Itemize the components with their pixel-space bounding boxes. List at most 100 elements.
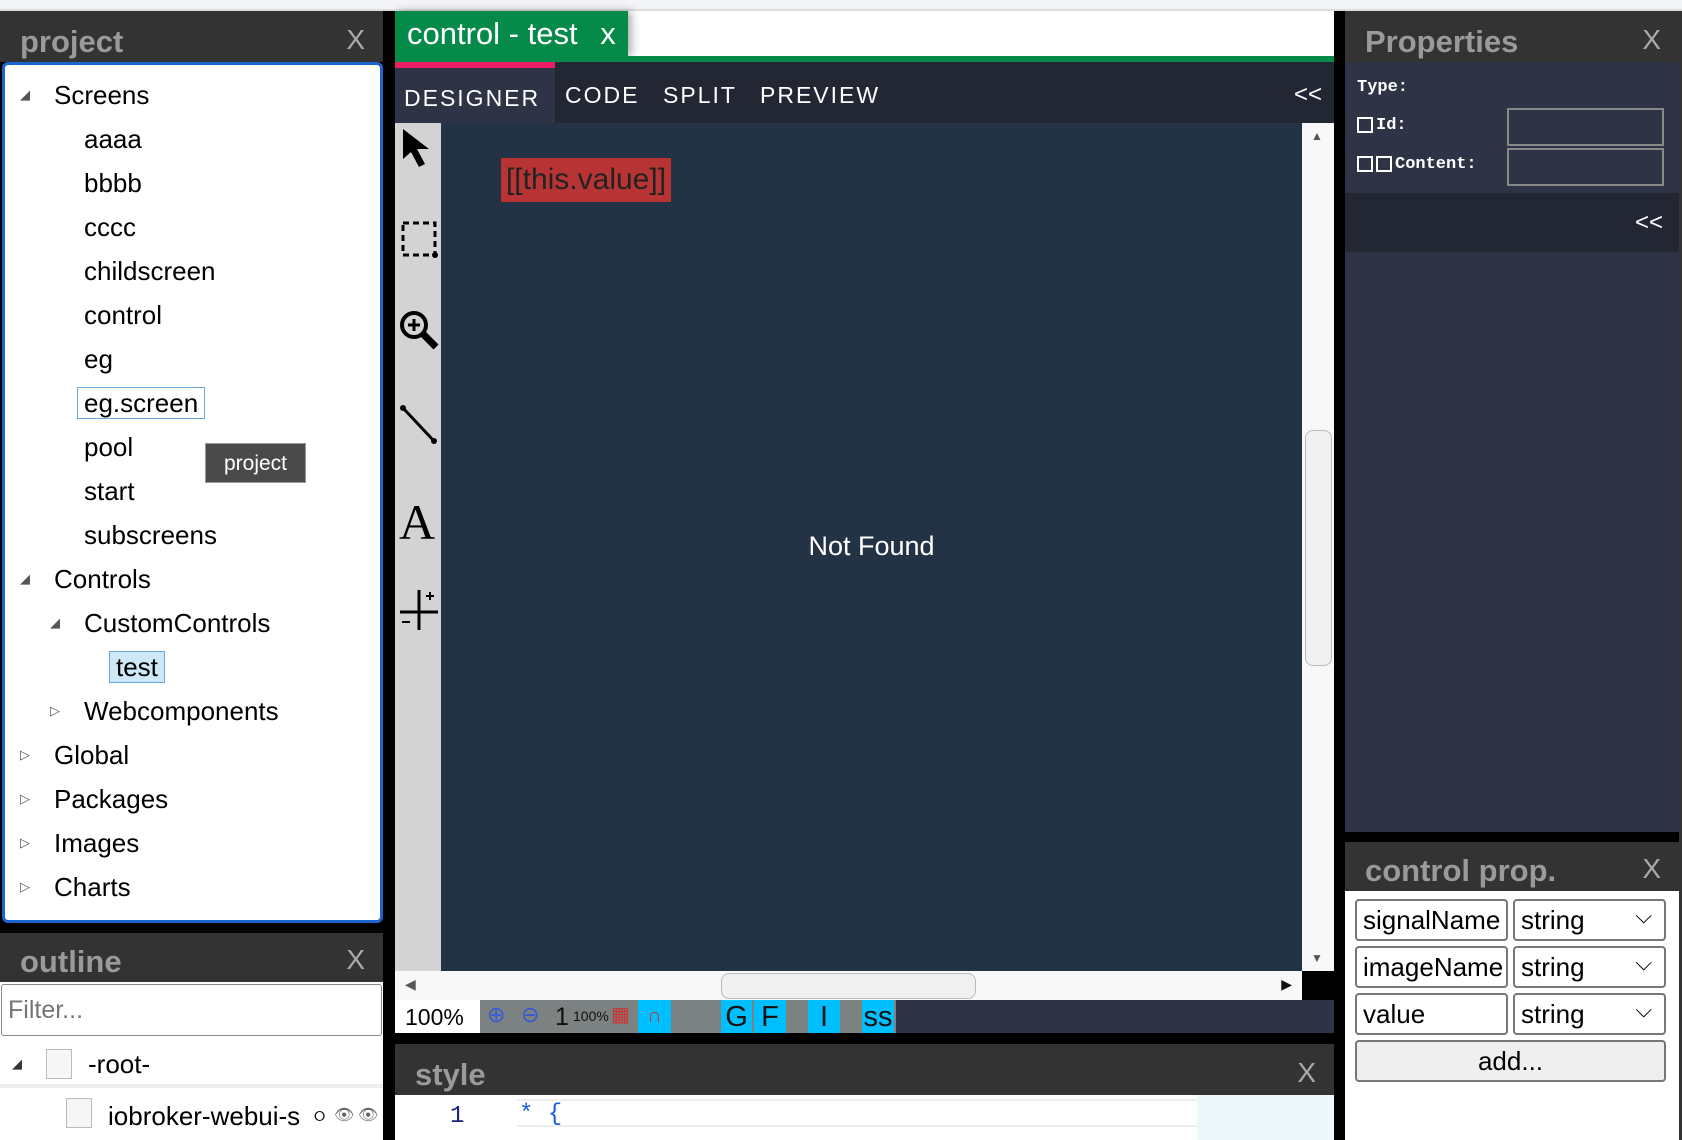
code-minimap[interactable] — [1197, 1095, 1334, 1140]
properties-close-button[interactable]: X — [1642, 24, 1661, 56]
tree-item[interactable]: ▷ Charts — [20, 867, 131, 907]
tab-designer[interactable]: DESIGNER — [395, 62, 555, 123]
prop-type-select[interactable]: string — [1513, 993, 1666, 1035]
scroll-thumb[interactable] — [1305, 430, 1332, 666]
expand-arrow-icon[interactable]: ▷ — [20, 779, 30, 819]
tree-item[interactable]: ◢ Controls — [20, 559, 151, 599]
add-property-button[interactable]: add... — [1355, 1040, 1666, 1082]
tree-item[interactable]: subscreens — [84, 515, 217, 555]
move-icon[interactable] — [398, 588, 440, 632]
eye-icon[interactable]: 👁 — [334, 1092, 354, 1140]
id-input[interactable] — [1507, 108, 1664, 146]
tab-code[interactable]: CODE — [565, 62, 639, 123]
scroll-left-icon[interactable]: ◀ — [405, 976, 416, 993]
scroll-down-icon[interactable]: ▼ — [1311, 951, 1323, 965]
outline-child-row[interactable]: iobroker-webui-s ⭘ 👁 👁 — [0, 1092, 383, 1140]
vertical-scrollbar[interactable]: ▲ ▼ — [1302, 123, 1334, 971]
zoom-reset-button[interactable]: 1 — [555, 1000, 569, 1035]
tree-item[interactable]: ▷Icons — [54, 911, 116, 920]
zoom-fit-button[interactable]: 100% — [573, 1000, 609, 1033]
zoom-icon[interactable] — [398, 309, 440, 353]
outline-root-row[interactable]: ◢ -root- — [0, 1040, 383, 1088]
collapse-button[interactable]: << — [1294, 62, 1322, 123]
expand-arrow-icon[interactable]: ▷ — [50, 691, 60, 731]
pointer-icon[interactable] — [399, 127, 439, 171]
outline-filter-input[interactable] — [1, 984, 382, 1036]
tree-item[interactable]: childscreen — [84, 251, 216, 291]
collapse-arrow-icon[interactable]: ◢ — [20, 559, 30, 599]
tree-item-label: bbbb — [84, 168, 142, 198]
rect-select-icon[interactable] — [399, 219, 439, 259]
scroll-thumb[interactable] — [721, 973, 976, 999]
f-toggle-button[interactable]: F — [754, 1000, 786, 1033]
document-tab[interactable]: control - test x — [395, 11, 628, 56]
tree-item[interactable]: test — [109, 647, 165, 687]
control-prop-close-button[interactable]: X — [1642, 853, 1661, 885]
content-input[interactable] — [1507, 148, 1664, 186]
tree-item[interactable]: aaaa — [84, 119, 142, 159]
project-tree[interactable]: ◢ Screens aaaa bbbb cccc childscreen control eg… — [2, 62, 383, 923]
project-panel-title: project — [20, 24, 124, 59]
control-prop-title: control prop. — [1365, 853, 1557, 888]
properties-collapse-button[interactable]: << — [1345, 193, 1679, 252]
tree-item[interactable]: cccc — [84, 207, 136, 247]
expand-arrow-icon[interactable]: ▷ — [20, 735, 30, 775]
prop-type-select[interactable]: string — [1513, 899, 1666, 941]
project-close-button[interactable]: X — [346, 24, 365, 56]
scroll-up-icon[interactable]: ▲ — [1311, 129, 1323, 143]
zoom-out-icon[interactable]: ⊖ — [521, 1002, 539, 1028]
prop-name-input[interactable]: signalName — [1355, 899, 1508, 941]
tree-item[interactable]: ▷ Global — [20, 735, 129, 775]
collapse-arrow-icon[interactable]: ◢ — [50, 603, 60, 643]
not-found-message: Not Found — [808, 531, 935, 561]
tab-close-button[interactable]: x — [600, 16, 616, 51]
tree-item-label: childscreen — [84, 256, 216, 286]
snap-lines-icon[interactable]: ∩ — [638, 1000, 671, 1033]
designer-toolbar: A — [395, 123, 441, 971]
expand-arrow-icon[interactable]: ▷ — [20, 867, 30, 907]
style-close-button[interactable]: X — [1297, 1057, 1316, 1089]
scroll-right-icon[interactable]: ▶ — [1281, 976, 1292, 993]
tree-item[interactable]: ▷ Webcomponents — [50, 691, 279, 731]
tree-item[interactable]: ◢ Screens — [20, 75, 149, 115]
tooltip: project — [205, 443, 306, 483]
content-label: Content: — [1395, 155, 1477, 174]
prop-name-input[interactable]: value — [1355, 993, 1508, 1035]
lock-icon[interactable]: ⭘ — [314, 1092, 325, 1140]
expand-arrow-icon[interactable]: ▷ — [20, 911, 30, 920]
tree-item[interactable]: ◢ CustomControls — [50, 603, 270, 643]
snap-grid-icon[interactable]: ▦ — [611, 1002, 630, 1027]
tree-item[interactable]: ▷ Packages — [20, 779, 168, 819]
content-binding-checkbox[interactable] — [1376, 155, 1392, 172]
line-icon[interactable] — [398, 403, 440, 447]
tree-item[interactable]: eg.screen — [77, 383, 206, 423]
eye-icon[interactable]: 👁 — [358, 1092, 378, 1140]
prop-name-input[interactable]: imageName — [1355, 946, 1508, 988]
collapse-arrow-icon[interactable]: ◢ — [20, 75, 30, 115]
tree-item[interactable]: ▷ Images — [20, 823, 139, 863]
outline-child-label: iobroker-webui-s — [108, 1101, 301, 1131]
tab-split[interactable]: SPLIT — [663, 62, 737, 123]
tree-item[interactable]: control — [84, 295, 162, 335]
tree-item[interactable]: eg — [84, 339, 113, 379]
prop-type-select[interactable]: string — [1513, 946, 1666, 988]
binding-element[interactable]: [[this.value]] — [501, 158, 671, 202]
text-icon[interactable]: A — [399, 493, 435, 551]
designer-canvas[interactable]: [[this.value]] Not Found — [441, 123, 1302, 971]
outline-close-button[interactable]: X — [346, 944, 365, 976]
content-checkbox[interactable] — [1357, 155, 1373, 172]
zoom-in-icon[interactable]: ⊕ — [487, 1002, 505, 1028]
tree-item[interactable]: pool — [84, 427, 133, 467]
expand-arrow-icon[interactable]: ▷ — [20, 823, 30, 863]
style-code-editor[interactable]: 1 * { — [395, 1095, 1334, 1140]
tree-item[interactable]: start — [84, 471, 135, 511]
horizontal-scrollbar[interactable]: ◀ ▶ — [395, 971, 1302, 1000]
grid-toggle-button[interactable]: G — [721, 1000, 752, 1033]
tree-item[interactable]: bbbb — [84, 163, 142, 203]
document-icon — [66, 1098, 92, 1128]
id-checkbox[interactable] — [1357, 116, 1373, 133]
i-toggle-button[interactable]: I — [808, 1000, 840, 1033]
tab-preview[interactable]: PREVIEW — [760, 62, 880, 123]
expand-arrow-icon[interactable]: ◢ — [12, 1040, 22, 1088]
ss-toggle-button[interactable]: ss — [862, 1000, 894, 1033]
